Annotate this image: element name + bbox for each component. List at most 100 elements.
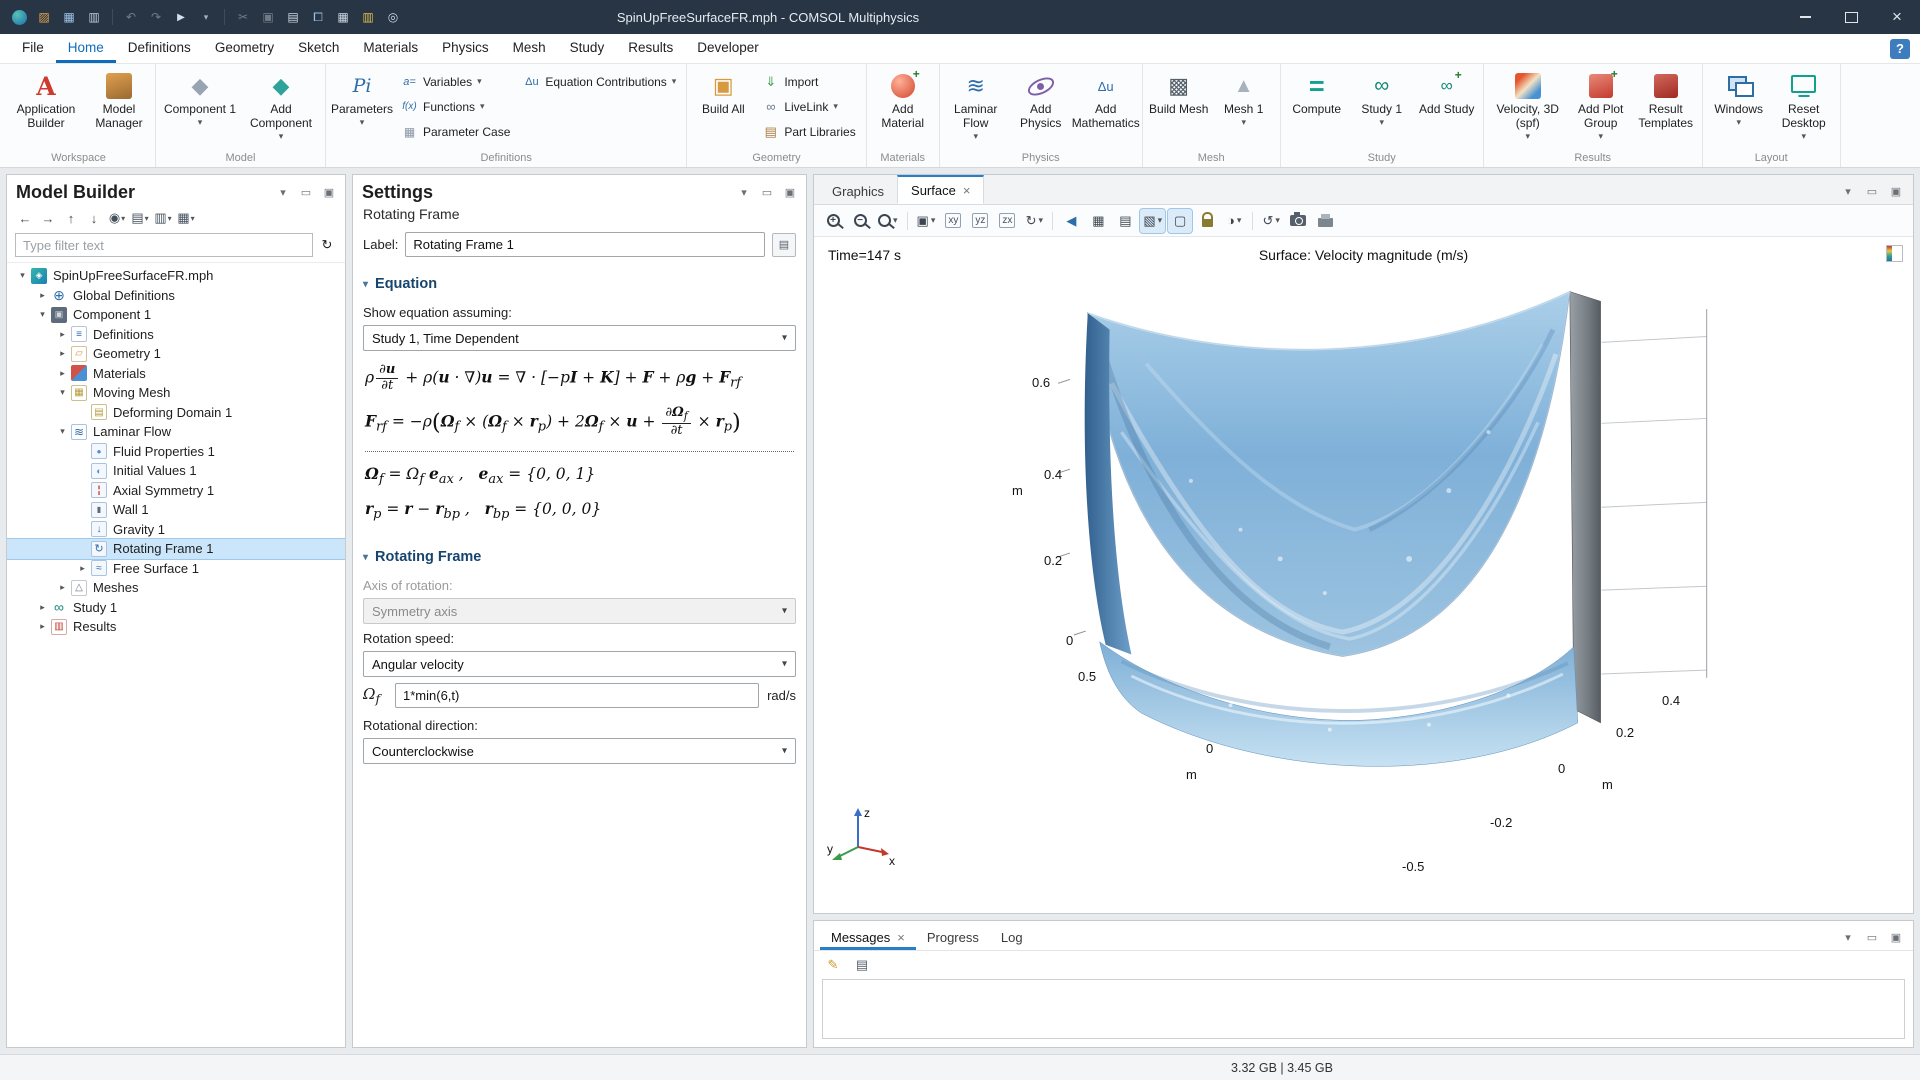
history-caret-icon[interactable]: ▾ xyxy=(197,8,215,26)
grid-toggle-button[interactable]: ▤ xyxy=(1113,209,1137,233)
variables-button[interactable]: Variables ▾ xyxy=(395,70,516,93)
tab-graphics[interactable]: Graphics xyxy=(819,178,897,204)
tree-item-study1[interactable]: Study 1 xyxy=(7,598,345,618)
angular-velocity-input[interactable] xyxy=(395,683,759,708)
tab-surface[interactable]: Surface × xyxy=(897,175,984,204)
panel-pin-icon[interactable]: ▣ xyxy=(783,186,797,200)
scene-lock-button[interactable] xyxy=(1195,209,1219,233)
redo-icon[interactable]: ↷ xyxy=(147,8,165,26)
tree-item-initial-values[interactable]: Initial Values 1 xyxy=(7,461,345,481)
import-button[interactable]: Import xyxy=(756,70,861,93)
paste-icon[interactable]: ▤ xyxy=(284,8,302,26)
save-icon[interactable]: ▦ xyxy=(60,8,78,26)
panel-pin-icon[interactable]: ▣ xyxy=(1889,184,1903,198)
laminar-flow-button[interactable]: Laminar Flow ▾ xyxy=(944,67,1008,142)
expander-icon[interactable] xyxy=(55,387,70,398)
add-study-button[interactable]: Add Study xyxy=(1415,67,1479,119)
menu-file[interactable]: File xyxy=(10,34,56,63)
rotating-frame-section-header[interactable]: ▾ Rotating Frame xyxy=(363,542,796,571)
expander-icon[interactable] xyxy=(75,563,90,574)
livelink-button[interactable]: LiveLink ▾ xyxy=(756,95,861,118)
expander-icon[interactable] xyxy=(55,329,70,340)
rotational-direction-select[interactable]: Counterclockwise xyxy=(363,738,796,764)
panel-menu-icon[interactable]: ▾ xyxy=(1841,184,1855,198)
table-view-button[interactable]: ▦ xyxy=(1086,209,1110,233)
part-libraries-button[interactable]: Part Libraries xyxy=(756,120,861,143)
tree-item-laminar-flow[interactable]: Laminar Flow xyxy=(7,422,345,442)
panel-float-icon[interactable]: ▭ xyxy=(1865,184,1879,198)
print-button[interactable] xyxy=(1313,209,1337,233)
panel-menu-icon[interactable]: ▾ xyxy=(276,186,290,200)
result-templates-button[interactable]: Result Templates xyxy=(1634,67,1698,133)
menu-materials[interactable]: Materials xyxy=(351,34,430,63)
windows-button[interactable]: Windows ▾ xyxy=(1707,67,1771,128)
parameter-case-button[interactable]: Parameter Case xyxy=(395,120,516,143)
mesh1-button[interactable]: Mesh 1 ▾ xyxy=(1212,67,1276,128)
tree-item-geometry1[interactable]: Geometry 1 xyxy=(7,344,345,364)
functions-button[interactable]: Functions ▾ xyxy=(395,95,516,118)
tree-item-deforming-domain[interactable]: Deforming Domain 1 xyxy=(7,403,345,423)
view-yz-button[interactable]: yz xyxy=(968,209,992,233)
label-input[interactable] xyxy=(405,232,765,257)
zoom-in-button[interactable]: + xyxy=(821,209,845,233)
cut-icon[interactable]: ✂ xyxy=(234,8,252,26)
expander-icon[interactable] xyxy=(55,582,70,593)
menu-mesh[interactable]: Mesh xyxy=(501,34,558,63)
panel-float-icon[interactable]: ▭ xyxy=(760,186,774,200)
close-tab-icon[interactable]: × xyxy=(963,184,971,197)
study1-button[interactable]: Study 1 ▾ xyxy=(1350,67,1414,128)
expander-icon[interactable] xyxy=(15,270,30,281)
plot-settings-toggle[interactable]: ▧▾ xyxy=(1140,209,1165,233)
tree-item-axial-symmetry[interactable]: Axial Symmetry 1 xyxy=(7,481,345,501)
select-mode-toggle[interactable]: ▢ xyxy=(1168,209,1192,233)
expander-icon[interactable] xyxy=(35,621,50,632)
tree-item-results[interactable]: Results xyxy=(7,617,345,637)
application-builder-button[interactable]: Application Builder xyxy=(6,67,86,133)
panel-menu-icon[interactable]: ▾ xyxy=(1841,930,1855,944)
reset-desktop-button[interactable]: Reset Desktop ▾ xyxy=(1772,67,1836,142)
menu-results[interactable]: Results xyxy=(616,34,685,63)
tree-item-wall1[interactable]: Wall 1 xyxy=(7,500,345,520)
animate-button[interactable]: ↺▾ xyxy=(1259,209,1283,233)
tree-item-global-definitions[interactable]: Global Definitions xyxy=(7,286,345,306)
add-physics-button[interactable]: Add Physics xyxy=(1009,67,1073,133)
velocity-plot-button[interactable]: Velocity, 3D (spf) ▾ xyxy=(1488,67,1568,142)
menu-study[interactable]: Study xyxy=(558,34,617,63)
close-tab-icon[interactable]: × xyxy=(897,931,905,944)
maximize-button[interactable] xyxy=(1828,0,1874,34)
zoom-extents-button[interactable]: ▾ xyxy=(875,209,901,233)
report-icon[interactable]: ▥ xyxy=(359,8,377,26)
menu-sketch[interactable]: Sketch xyxy=(286,34,351,63)
tree-item-component1[interactable]: Component 1 xyxy=(7,305,345,325)
add-mathematics-button[interactable]: Add Mathematics xyxy=(1074,67,1138,133)
default-view-button[interactable]: ▣▾ xyxy=(914,209,939,233)
add-component-button[interactable]: Add Component ▾ xyxy=(241,67,321,142)
build-mesh-button[interactable]: Build Mesh xyxy=(1147,67,1211,119)
tree-item-definitions[interactable]: Definitions xyxy=(7,325,345,345)
compute-button[interactable]: Compute xyxy=(1285,67,1349,119)
show-equation-select[interactable]: Study 1, Time Dependent xyxy=(363,325,796,351)
refresh-icon[interactable]: ↻ xyxy=(317,235,337,255)
undo-icon[interactable]: ↶ xyxy=(122,8,140,26)
equation-contributions-button[interactable]: Equation Contributions ▾ xyxy=(517,70,682,93)
zoom-out-button[interactable]: − xyxy=(848,209,872,233)
help-icon[interactable]: ? xyxy=(1890,39,1910,59)
copy-icon[interactable]: ▣ xyxy=(259,8,277,26)
view-xy-button[interactable]: xy xyxy=(941,209,965,233)
move-up-button[interactable]: ↑ xyxy=(61,208,81,228)
tree-item-gravity1[interactable]: Gravity 1 xyxy=(7,520,345,540)
expander-icon[interactable] xyxy=(35,290,50,301)
duplicate-icon[interactable]: ⧠ xyxy=(309,8,327,26)
expander-icon[interactable] xyxy=(55,348,70,359)
move-down-button[interactable]: ↓ xyxy=(84,208,104,228)
panel-float-icon[interactable]: ▭ xyxy=(1865,930,1879,944)
tab-progress[interactable]: Progress xyxy=(916,924,990,950)
snapshot-button[interactable] xyxy=(1286,209,1310,233)
forward-button[interactable]: → xyxy=(38,208,58,228)
back-button[interactable]: ← xyxy=(15,208,35,228)
tree-item-meshes[interactable]: Meshes xyxy=(7,578,345,598)
expander-icon[interactable] xyxy=(55,426,70,437)
tree-item-free-surface[interactable]: Free Surface 1 xyxy=(7,559,345,579)
rotation-speed-select[interactable]: Angular velocity xyxy=(363,651,796,677)
add-plot-group-button[interactable]: Add Plot Group ▾ xyxy=(1569,67,1633,142)
